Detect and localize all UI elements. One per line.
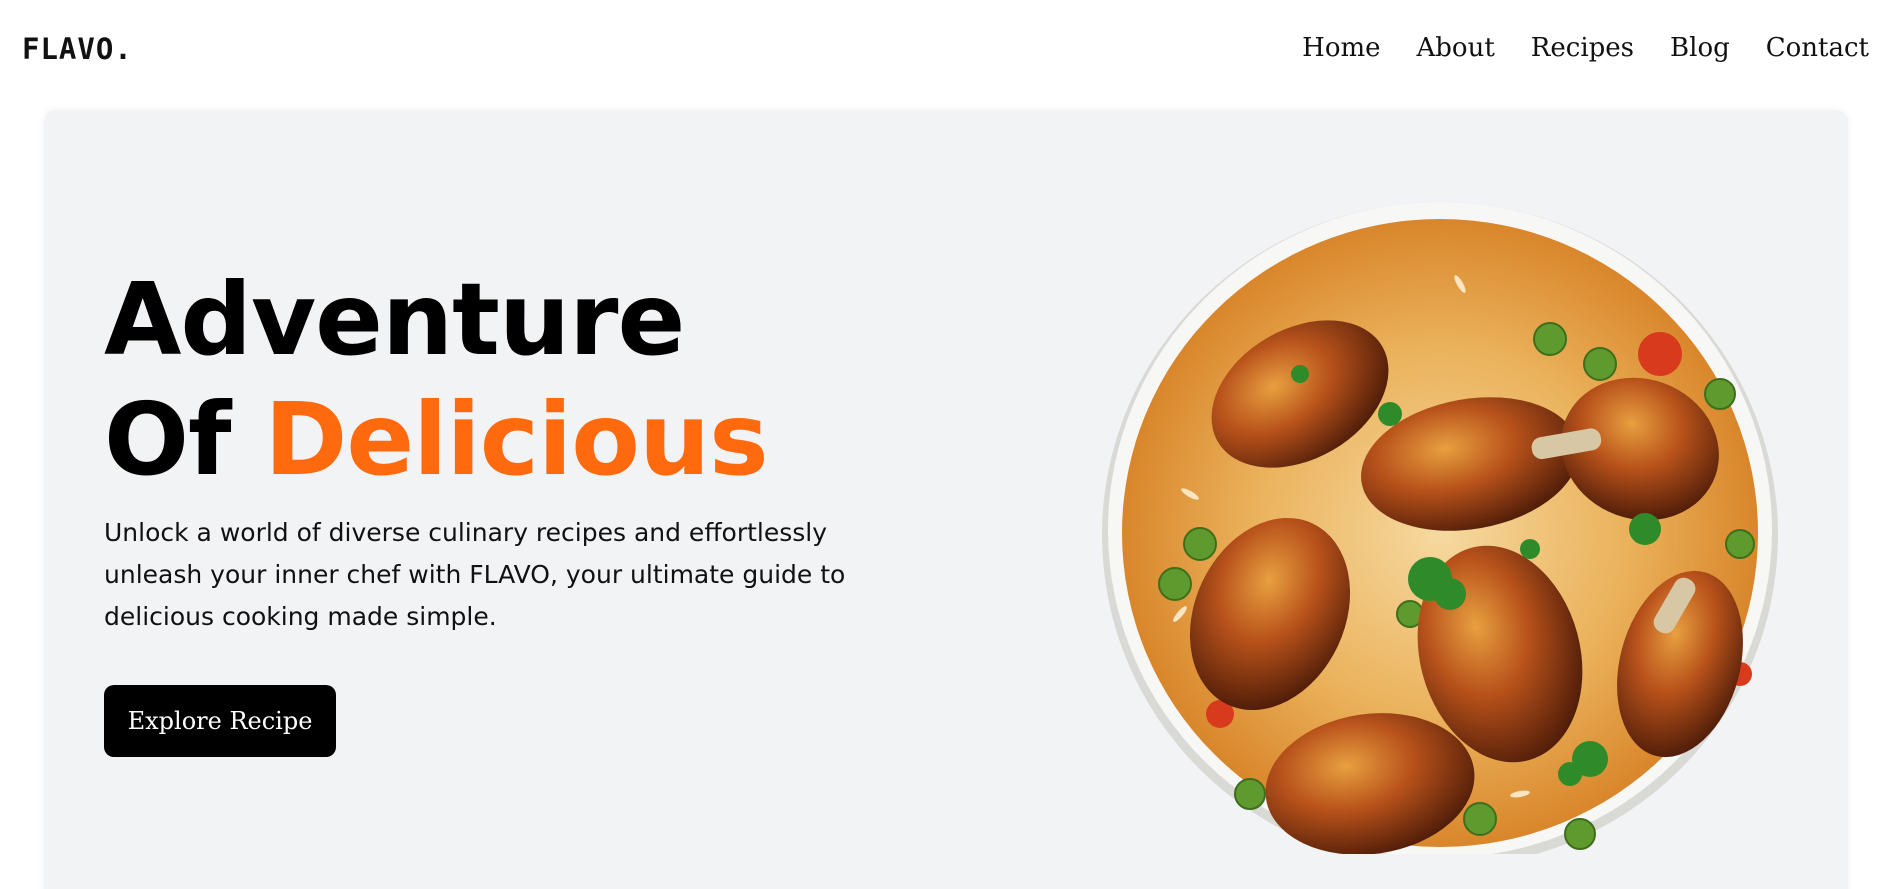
headline-line-2: Of Delicious — [104, 380, 769, 500]
explore-recipe-button[interactable]: Explore Recipe — [104, 685, 336, 757]
headline-accent: Delicious — [264, 381, 768, 498]
headline-line-1: Adventure — [104, 261, 685, 378]
hero-section: Adventure Of Delicious Unlock a world of… — [44, 110, 1848, 889]
nav-recipes-link[interactable]: Recipes — [1531, 30, 1634, 66]
nav-contact-link[interactable]: Contact — [1766, 30, 1869, 66]
biryani-dish-image — [1102, 202, 1778, 854]
nav-about-link[interactable]: About — [1417, 30, 1495, 66]
nav-blog-link[interactable]: Blog — [1670, 30, 1730, 66]
brand-logo[interactable]: FLAVO. — [22, 32, 133, 66]
headline-prefix: Of — [104, 381, 232, 498]
hero-headline: Adventure Of Delicious — [104, 260, 769, 500]
navbar: FLAVO. Home About Recipes Blog Contact — [0, 0, 1891, 100]
hero-description: Unlock a world of diverse culinary recip… — [104, 518, 846, 631]
nav-home-link[interactable]: Home — [1302, 30, 1380, 66]
nav-links: Home About Recipes Blog Contact — [1302, 30, 1869, 66]
